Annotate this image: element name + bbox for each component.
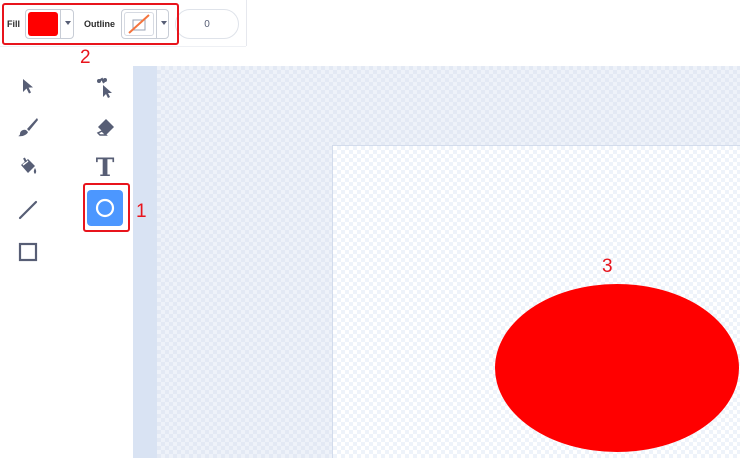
line-icon (17, 199, 39, 221)
reshape-tool-button[interactable] (87, 70, 123, 106)
brush-icon (17, 116, 39, 138)
reshape-icon (94, 77, 116, 99)
fill-tool-button[interactable] (10, 149, 46, 185)
text-icon: T (95, 152, 115, 182)
annotation-number-2: 2 (80, 47, 91, 68)
annotation-box-circle-tool (83, 183, 130, 232)
text-tool-button[interactable]: T (87, 149, 123, 185)
toolbar-divider (246, 0, 247, 46)
annotation-number-3: 3 (602, 256, 613, 277)
select-tool-button[interactable] (10, 68, 46, 104)
annotation-box-toolbar (2, 3, 179, 45)
toolbar-bottom-divider (0, 46, 246, 47)
brush-tool-button[interactable] (10, 109, 46, 145)
eraser-tool-button[interactable] (87, 109, 123, 145)
rectangle-tool-button[interactable] (10, 234, 46, 270)
eraser-icon (94, 116, 116, 138)
line-tool-button[interactable] (10, 192, 46, 228)
canvas-scroll-margin (133, 66, 157, 458)
rectangle-icon (18, 242, 38, 262)
annotation-number-1: 1 (136, 201, 147, 222)
select-icon (19, 77, 37, 95)
fill-bucket-icon (17, 156, 39, 178)
red-ellipse-shape[interactable] (495, 284, 739, 452)
outline-width-input[interactable] (175, 9, 239, 39)
